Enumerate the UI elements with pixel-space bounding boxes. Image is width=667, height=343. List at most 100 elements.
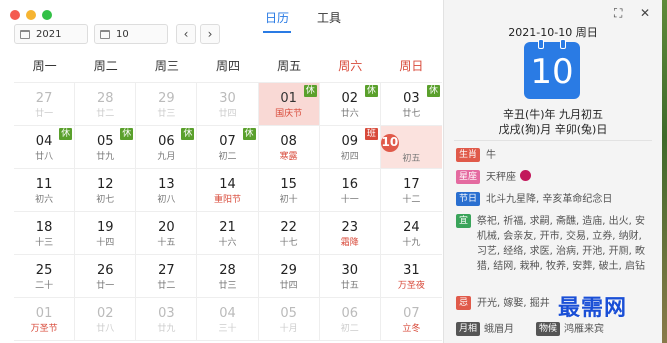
lunar-date: 万圣夜 [397, 281, 425, 291]
next-month-button[interactable]: › [200, 24, 220, 44]
maximize-button[interactable] [42, 10, 52, 20]
watermark-logo: 最需网 [558, 295, 628, 321]
month-value: 10 [116, 28, 129, 40]
day-number: 07 [403, 306, 420, 321]
day-cell[interactable]: 08 寒露 [258, 126, 320, 169]
day-cell-today[interactable]: 10 初五 [380, 126, 442, 169]
day-cell[interactable]: 26 廿一 [75, 255, 137, 298]
day-cell[interactable]: 01 万圣节 [14, 298, 76, 341]
month-select[interactable]: 10 [94, 24, 168, 44]
day-cell[interactable]: 15 初十 [258, 169, 320, 212]
fullscreen-icon[interactable]: ⛶ [614, 6, 622, 21]
day-cell[interactable]: 05 十月 [258, 298, 320, 341]
lunar-date: 十二 [402, 195, 421, 205]
tab-bar: 日历 工具 [262, 9, 341, 33]
shengxiao-row: 生肖 牛 [456, 148, 654, 163]
day-number: 12 [96, 177, 114, 192]
day-cell[interactable]: 04 廿八休 [14, 126, 76, 169]
day-number: 31 [403, 263, 420, 278]
lunar-date: 寒露 [279, 152, 298, 162]
day-cell[interactable]: 27 廿一 [14, 83, 76, 126]
day-cell[interactable]: 24 十九 [380, 212, 442, 255]
tab-calendar[interactable]: 日历 [262, 9, 292, 33]
lunar-date: 廿五 [340, 281, 359, 291]
day-cell[interactable]: 18 十三 [14, 212, 76, 255]
minimize-button[interactable] [26, 10, 36, 20]
day-cell[interactable]: 07 立冬 [380, 298, 442, 341]
day-cell[interactable]: 30 廿四 [197, 83, 259, 126]
day-number: 24 [403, 220, 420, 235]
lunar-date: 初七 [96, 195, 115, 205]
day-cell[interactable]: 22 十七 [258, 212, 320, 255]
day-cell[interactable]: 23 霜降 [319, 212, 381, 255]
day-cell[interactable]: 25 二十 [14, 255, 76, 298]
selected-date: 2021-10-10 周日 [508, 26, 598, 39]
day-cell[interactable]: 06 九月休 [136, 126, 198, 169]
lunar-date: 十七 [279, 238, 298, 248]
day-cell[interactable]: 16 十一 [319, 169, 381, 212]
day-number: 11 [35, 177, 53, 192]
lunar-date: 初五 [402, 154, 421, 164]
yueming-value: 蛾眉月 [484, 324, 515, 335]
day-number: 04 [219, 306, 236, 321]
calendar-icon [100, 29, 110, 39]
lunar-date: 十五 [157, 238, 176, 248]
day-cell[interactable]: 21 十六 [197, 212, 259, 255]
desktop-background-strip [662, 0, 667, 343]
lunar-date: 廿九 [96, 152, 115, 162]
weekday-label: 周六 [338, 59, 363, 73]
day-cell[interactable]: 09 初四班 [319, 126, 381, 169]
day-number: 27 [35, 91, 53, 106]
day-cell[interactable]: 13 初八 [136, 169, 198, 212]
rest-badge: 休 [303, 85, 317, 97]
shengxiao-value: 牛 [486, 150, 497, 161]
xingzuo-row: 星座 天秤座 [456, 170, 654, 185]
day-cell[interactable]: 03 廿九 [136, 298, 198, 341]
day-cell[interactable]: 12 初七 [75, 169, 137, 212]
day-number: 23 [341, 220, 359, 235]
day-cell[interactable]: 30 廿五 [319, 255, 381, 298]
day-cell[interactable]: 29 廿四 [258, 255, 320, 298]
close-button[interactable] [10, 10, 20, 20]
day-cell[interactable]: 06 初二 [319, 298, 381, 341]
day-number: 28 [219, 263, 236, 278]
day-cell[interactable]: 14 重阳节 [197, 169, 259, 212]
yi-value: 祭祀, 祈福, 求嗣, 斋醮, 造庙, 出火, 安机械, 会亲友, 开市, 交易… [476, 216, 646, 272]
lunar-date: 廿四 [218, 109, 237, 119]
day-cell[interactable]: 11 初六 [14, 169, 76, 212]
day-number: 27 [158, 263, 175, 278]
day-number: 29 [280, 263, 297, 278]
day-number: 28 [96, 91, 114, 106]
day-cell[interactable]: 03 廿七休 [380, 83, 442, 126]
day-cell[interactable]: 29 廿三 [136, 83, 198, 126]
day-detail-panel: ⛶ ✕ 2021-10-10 周日 10 辛丑(牛)年 九月初五 戊戌(狗)月 … [443, 0, 662, 343]
lunar-date: 廿二 [157, 281, 176, 291]
day-cell[interactable]: 20 十五 [136, 212, 198, 255]
day-cell[interactable]: 19 十四 [75, 212, 137, 255]
tab-tools[interactable]: 工具 [317, 9, 341, 33]
day-cell[interactable]: 04 三十 [197, 298, 259, 341]
lunar-date: 廿六 [340, 109, 359, 119]
prev-month-button[interactable]: ‹ [176, 24, 196, 44]
day-cell[interactable]: 05 廿九休 [75, 126, 137, 169]
day-cell[interactable]: 07 初二休 [197, 126, 259, 169]
day-cell[interactable]: 31 万圣夜 [380, 255, 442, 298]
lunar-date: 十六 [218, 238, 237, 248]
day-number: 17 [403, 177, 420, 192]
day-cell[interactable]: 28 廿二 [75, 83, 137, 126]
chevron-left-icon: ‹ [183, 27, 189, 41]
year-select[interactable]: 2021 [14, 24, 88, 44]
day-cell[interactable]: 01 国庆节休 [258, 83, 320, 126]
day-cell[interactable]: 02 廿六休 [319, 83, 381, 126]
day-cell[interactable]: 27 廿二 [136, 255, 198, 298]
close-icon[interactable]: ✕ [640, 6, 650, 20]
day-cell[interactable]: 28 廿三 [197, 255, 259, 298]
day-cell[interactable]: 17 十二 [380, 169, 442, 212]
chevron-right-icon: › [207, 27, 213, 41]
day-number: 25 [35, 263, 53, 278]
day-cell[interactable]: 02 廿八 [75, 298, 137, 341]
year-value: 2021 [36, 28, 62, 40]
wuhou-tag: 物候 [536, 322, 561, 336]
lunar-date: 初十 [279, 195, 298, 205]
yueming-tag: 月相 [456, 322, 481, 336]
